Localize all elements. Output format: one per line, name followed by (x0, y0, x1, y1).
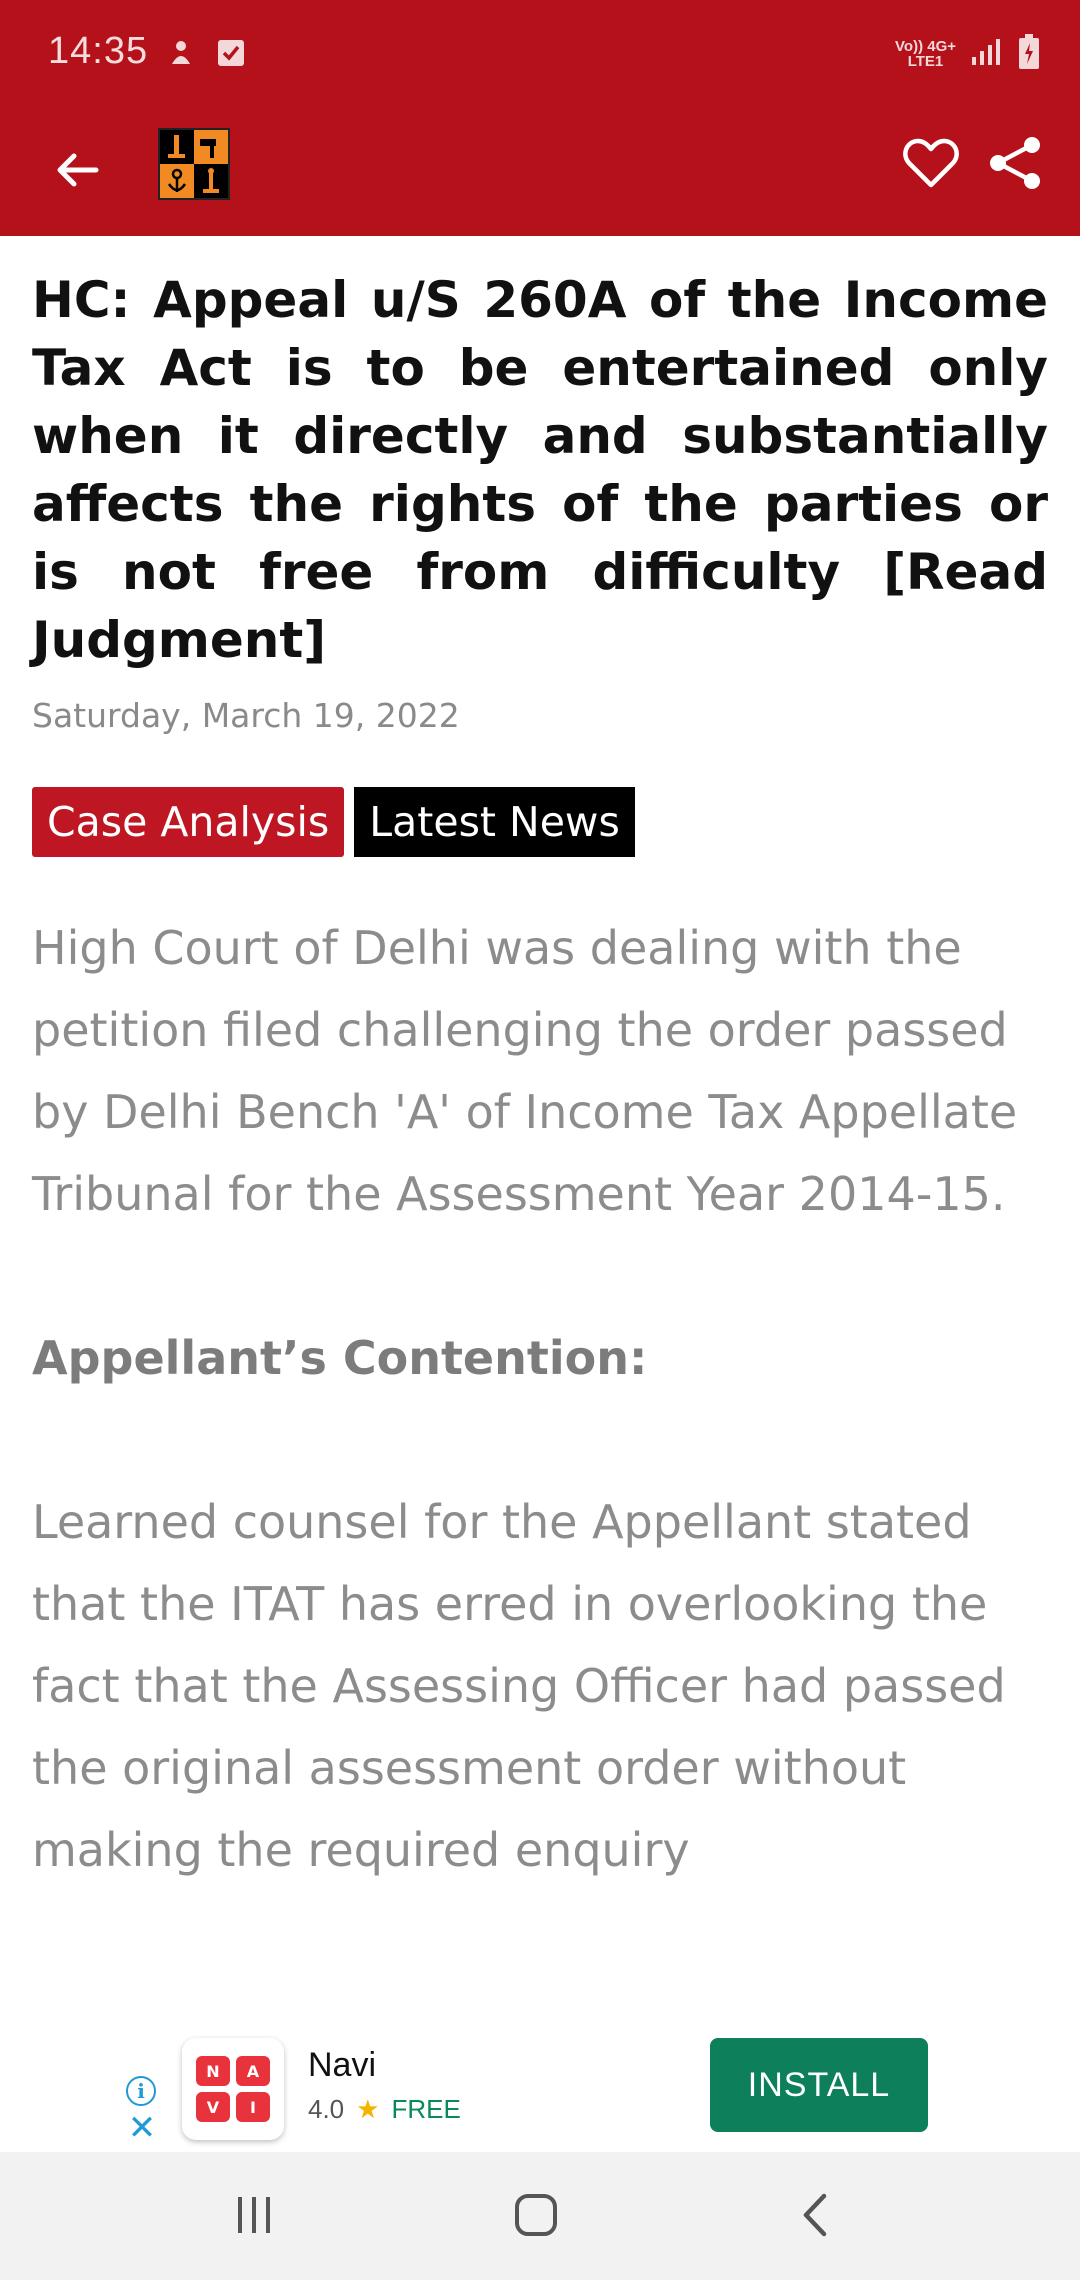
home-button[interactable] (496, 2180, 576, 2250)
tag-latest-news[interactable]: Latest News (354, 787, 635, 857)
icon-letter: I (236, 2092, 270, 2122)
chevron-left-icon (803, 2193, 827, 2237)
ad-app-name[interactable]: Navi (308, 2046, 376, 2085)
network-top-label: Vo)) 4G+ (895, 38, 956, 55)
ad-rating: 4.0 (308, 2094, 345, 2124)
ad-close-icon[interactable]: ✕ (126, 2111, 158, 2145)
heart-outline-icon (903, 138, 959, 188)
favorite-button[interactable] (896, 128, 966, 198)
article-title: HC: Appeal u/S 260A of the Income Tax Ac… (32, 271, 1048, 669)
share-icon (990, 137, 1040, 189)
ad-price: FREE (391, 2094, 461, 2124)
article-tags: Case Analysis Latest News (32, 787, 1048, 857)
status-time: 14:35 (48, 30, 149, 72)
checkbox-notification-icon (216, 38, 246, 68)
article-date: Saturday, March 19, 2022 (32, 696, 460, 735)
ad-banner[interactable]: i ✕ N A V I Navi 4.0 ★ FREE INSTALL (0, 2028, 1080, 2152)
notification-icon (166, 38, 196, 68)
star-icon: ★ (356, 2094, 380, 2124)
recent-apps-button[interactable] (214, 2180, 294, 2250)
install-button[interactable]: INSTALL (710, 2038, 928, 2132)
section-heading: Appellant’s Contention: (32, 1331, 648, 1385)
recent-apps-icon (238, 2197, 270, 2233)
article: HC: Appeal u/S 260A of the Income Tax Ac… (32, 236, 1048, 1891)
network-bottom-label: LTE1 (907, 53, 944, 70)
article-paragraph: High Court of Delhi was dealing with the… (32, 921, 1018, 1221)
status-bar: 14:35 Vo)) 4G+ LTE1 (0, 0, 1080, 110)
back-nav-button[interactable] (776, 2180, 856, 2250)
ad-meta: 4.0 ★ FREE (308, 2094, 461, 2125)
signal-icon (970, 37, 1004, 71)
back-button[interactable] (36, 130, 116, 210)
article-paragraph: Learned counsel for the Appellant stated… (32, 1495, 1006, 1877)
status-indicators: Vo)) 4G+ LTE1 (895, 32, 1040, 76)
network-label: Vo)) 4G+ LTE1 (895, 39, 956, 69)
app-bar (0, 110, 1080, 236)
tag-case-analysis[interactable]: Case Analysis (32, 787, 345, 857)
arrow-left-icon (57, 153, 99, 187)
icon-letter: N (196, 2056, 230, 2086)
home-icon (515, 2194, 557, 2236)
battery-icon (1018, 34, 1040, 74)
navi-app-icon[interactable]: N A V I (182, 2038, 284, 2140)
ad-info-icon[interactable]: i (126, 2076, 156, 2106)
share-button[interactable] (980, 128, 1050, 198)
icon-letter: A (236, 2056, 270, 2086)
icon-letter: V (196, 2092, 230, 2122)
system-nav-bar (0, 2152, 1080, 2280)
app-logo (158, 128, 230, 200)
